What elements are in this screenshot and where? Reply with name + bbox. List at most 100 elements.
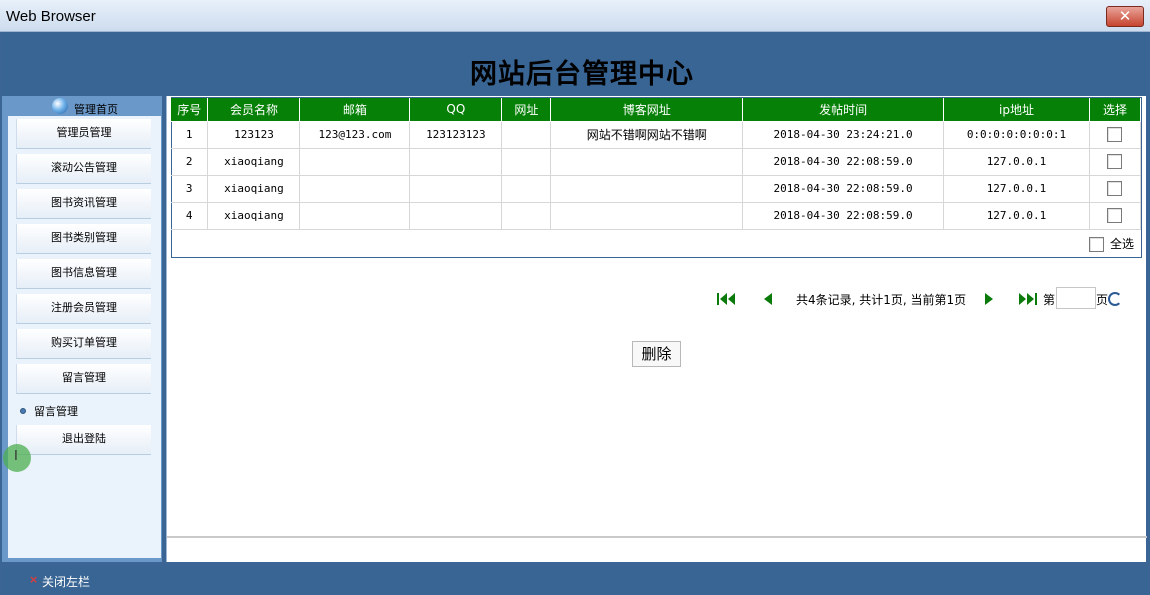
row-select-checkbox[interactable]: [1107, 127, 1123, 142]
cell-ip: 0:0:0:0:0:0:0:1: [943, 121, 1090, 149]
sidebar-item-label: 图书类别管理: [51, 231, 117, 244]
pager-page-suffix: 页: [1096, 293, 1109, 307]
cell-email: [299, 175, 411, 203]
cell-select: [1089, 121, 1142, 149]
next-page-icon[interactable]: [984, 293, 994, 305]
page-title: 网站后台管理中心: [470, 59, 694, 90]
text-cursor-indicator: I: [3, 444, 31, 472]
delete-button[interactable]: 删除: [632, 341, 681, 367]
cell-index: 4: [171, 202, 209, 230]
last-page-icon[interactable]: [1019, 293, 1039, 305]
sidebar-item-members[interactable]: 注册会员管理: [16, 294, 151, 324]
table-row: 2 xiaoqiang 2018-04-30 22:08:59.0 127.0.…: [171, 148, 1142, 176]
sidebar-home[interactable]: 管理首页: [2, 96, 162, 116]
select-all[interactable]: 全选: [1089, 235, 1134, 252]
cell-time: 2018-04-30 22:08:59.0: [742, 175, 945, 203]
col-header: ip地址: [943, 98, 1090, 122]
cell-email: 123@123.com: [299, 121, 411, 149]
sidebar-subitem-messages[interactable]: 留言管理: [20, 403, 78, 419]
cell-index: 2: [171, 148, 209, 176]
cell-blog: [550, 202, 744, 230]
pager-summary: 共4条记录, 共计1页, 当前第1页: [796, 293, 967, 307]
table-row: 3 xiaoqiang 2018-04-30 22:08:59.0 127.0.…: [171, 175, 1142, 203]
row-select-checkbox[interactable]: [1107, 181, 1123, 196]
cell-email: [299, 148, 411, 176]
sidebar-item-orders[interactable]: 购买订单管理: [16, 329, 151, 359]
pager-page-prefix: 第: [1043, 293, 1056, 307]
cell-select: [1089, 202, 1142, 230]
page-number-input[interactable]: [1056, 287, 1096, 309]
close-left-panel-link[interactable]: 关闭左栏: [42, 573, 90, 590]
window-close-button[interactable]: ✕: [1106, 6, 1144, 27]
sidebar-home-label: 管理首页: [74, 103, 118, 116]
cell-select: [1089, 148, 1142, 176]
cell-time: 2018-04-30 23:24:21.0: [742, 121, 945, 149]
cell-index: 1: [171, 121, 209, 149]
main-divider: [167, 536, 1147, 538]
sidebar-item-messages[interactable]: 留言管理: [16, 364, 151, 394]
cell-member: xiaoqiang: [207, 202, 301, 230]
col-header: QQ: [409, 98, 503, 122]
cell-qq: [409, 148, 503, 176]
cell-blog: [550, 148, 744, 176]
sidebar-item-notice[interactable]: 滚动公告管理: [16, 154, 151, 184]
sidebar-item-label: 退出登陆: [62, 432, 106, 445]
cell-select: [1089, 175, 1142, 203]
prev-page-icon[interactable]: [763, 293, 773, 305]
col-header: 序号: [171, 98, 209, 122]
cell-qq: 123123123: [409, 121, 503, 149]
sidebar-item-label: 购买订单管理: [51, 336, 117, 349]
sidebar-item-label: 留言管理: [62, 371, 106, 384]
cell-url: [501, 175, 552, 203]
cell-index: 3: [171, 175, 209, 203]
go-refresh-icon[interactable]: [1108, 292, 1122, 306]
sidebar-item-book-info[interactable]: 图书信息管理: [16, 259, 151, 289]
select-all-checkbox[interactable]: [1089, 237, 1104, 252]
cell-url: [501, 202, 552, 230]
row-select-checkbox[interactable]: [1107, 208, 1123, 223]
page-footer: × 关闭左栏: [2, 567, 1148, 595]
sidebar-item-label: 滚动公告管理: [51, 161, 117, 174]
cell-ip: 127.0.0.1: [943, 148, 1090, 176]
select-all-label: 全选: [1110, 237, 1135, 251]
sidebar-item-label: 图书信息管理: [51, 266, 117, 279]
cell-ip: 127.0.0.1: [943, 202, 1090, 230]
col-header: 博客网址: [550, 98, 744, 122]
cell-qq: [409, 202, 503, 230]
cell-time: 2018-04-30 22:08:59.0: [742, 148, 945, 176]
sidebar-item-label: 图书资讯管理: [51, 196, 117, 209]
cell-url: [501, 148, 552, 176]
cell-url: [501, 121, 552, 149]
cell-qq: [409, 175, 503, 203]
col-header: 邮箱: [299, 98, 411, 122]
row-select-checkbox[interactable]: [1107, 154, 1123, 169]
cell-time: 2018-04-30 22:08:59.0: [742, 202, 945, 230]
sidebar-subitem-label: 留言管理: [34, 405, 78, 418]
sidebar-item-book-category[interactable]: 图书类别管理: [16, 224, 151, 254]
sidebar-item-logout[interactable]: 退出登陆: [16, 425, 151, 455]
table-header-row: 序号 会员名称 邮箱 QQ 网址 博客网址 发帖时间 ip地址 选择: [171, 98, 1142, 122]
cell-blog: 网站不错啊网站不错啊: [550, 121, 744, 149]
table-row: 4 xiaoqiang 2018-04-30 22:08:59.0 127.0.…: [171, 202, 1142, 230]
messages-table: 序号 会员名称 邮箱 QQ 网址 博客网址 发帖时间 ip地址 选择 1 123…: [171, 98, 1142, 230]
col-header: 发帖时间: [742, 98, 945, 122]
col-header: 选择: [1089, 98, 1142, 122]
cell-member: xiaoqiang: [207, 148, 301, 176]
cell-member: xiaoqiang: [207, 175, 301, 203]
sidebar-item-label: 管理员管理: [56, 126, 112, 139]
window-title: Web Browser: [6, 8, 96, 25]
cell-blog: [550, 175, 744, 203]
cell-member: 123123: [207, 121, 301, 149]
cell-ip: 127.0.0.1: [943, 175, 1090, 203]
sidebar-item-label: 注册会员管理: [51, 301, 117, 314]
window-titlebar: Web Browser ✕: [0, 0, 1150, 32]
col-header: 会员名称: [207, 98, 301, 122]
ibeam-cursor-icon: I: [14, 449, 18, 464]
first-page-icon[interactable]: [717, 293, 737, 305]
cell-email: [299, 202, 411, 230]
col-header: 网址: [501, 98, 552, 122]
page-header: 网站后台管理中心: [2, 32, 1146, 96]
sidebar-item-book-news[interactable]: 图书资讯管理: [16, 189, 151, 219]
globe-icon: [52, 98, 68, 114]
sidebar-item-admin[interactable]: 管理员管理: [16, 119, 151, 149]
